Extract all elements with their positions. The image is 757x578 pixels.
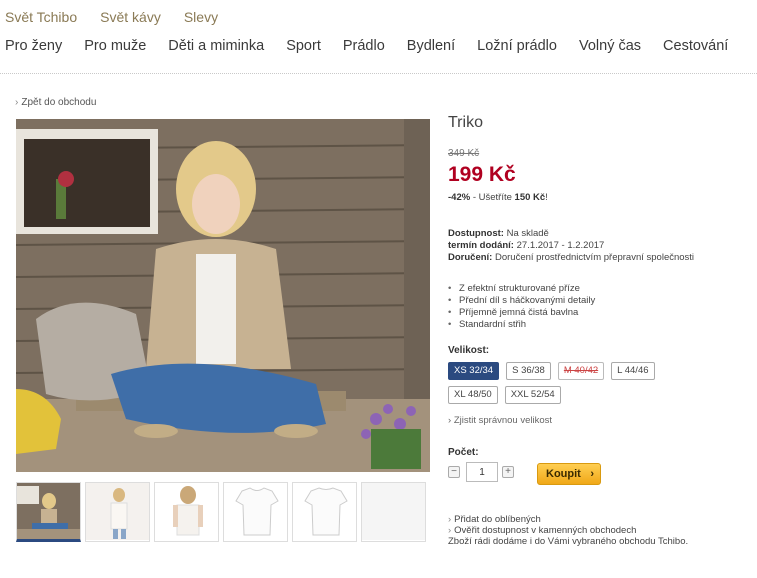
- chevron-right-icon: ›: [448, 514, 452, 525]
- chevron-right-icon: ›: [448, 525, 452, 536]
- quantity-label: Počet:: [448, 447, 479, 458]
- nav-lozni-pradlo[interactable]: Ložní prádlo: [477, 38, 557, 54]
- nav-deti-a-miminka[interactable]: Děti a miminka: [168, 38, 264, 54]
- delivery-value: Doručení prostřednictvím přepravní spole…: [492, 252, 695, 263]
- toplink-svet-tchibo[interactable]: Svět Tchibo: [5, 9, 77, 25]
- thumbnail-2[interactable]: [85, 482, 150, 542]
- old-price: 349 Kč: [448, 148, 480, 159]
- availability-value: Na skladě: [503, 228, 549, 239]
- delivery-date-value: 27.1.2017 - 1.2.2017: [513, 240, 605, 251]
- size-option-xxl[interactable]: XXL 52/54: [504, 386, 561, 404]
- size-options: XS 32/34 S 36/38 M 40/42 L 44/46 XL 48/5…: [448, 362, 688, 404]
- save-amount: 150 Kč: [514, 192, 546, 203]
- size-label: Velikost:: [448, 345, 490, 356]
- top-links: Svět Tchibo Svět kávy Slevy: [5, 9, 218, 25]
- nav-cestovani[interactable]: Cestování: [663, 38, 728, 54]
- feature-item: Přední díl s háčkovanými detaily: [448, 295, 595, 307]
- thumbnail-5[interactable]: [292, 482, 357, 542]
- feature-item: Standardní střih: [448, 319, 595, 331]
- toplink-svet-kavy[interactable]: Svět kávy: [100, 9, 161, 25]
- toplink-slevy[interactable]: Slevy: [184, 9, 218, 25]
- nav-pro-zeny[interactable]: Pro ženy: [5, 38, 62, 54]
- size-option-m-unavailable: M 40/42: [557, 362, 605, 380]
- quantity-input[interactable]: [466, 462, 498, 482]
- thumbnail-6[interactable]: [361, 482, 426, 542]
- store-availability-link[interactable]: › Ověřit dostupnost v kamenných obchodech: [448, 525, 688, 536]
- thumbnail-4[interactable]: [223, 482, 288, 542]
- feature-item: Z efektní strukturované příze: [448, 283, 595, 295]
- back-link-label: Zpět do obchodu: [21, 97, 97, 108]
- delivery-date-label: termín dodání:: [448, 240, 514, 251]
- quantity-decrease-button[interactable]: −: [448, 466, 460, 478]
- product-photo-illustration: [16, 119, 430, 472]
- size-option-xl[interactable]: XL 48/50: [448, 386, 498, 404]
- thumbnail-photo-illustration: [224, 483, 287, 540]
- thumbnail-3[interactable]: [154, 482, 219, 542]
- product-title: Triko: [448, 114, 483, 131]
- store-check-label: Ověřit dostupnost v kamenných obchodech: [454, 525, 637, 536]
- favorites-label: Přidat do oblíbených: [454, 514, 541, 525]
- thumbnail-photo-illustration: [86, 483, 149, 540]
- discount-percent: -42%: [448, 192, 471, 203]
- chevron-right-icon: ›: [15, 97, 19, 108]
- size-option-l[interactable]: L 44/46: [611, 362, 655, 380]
- availability-info: Dostupnost: Na skladě termín dodání: 27.…: [448, 228, 694, 264]
- nav-bydleni[interactable]: Bydlení: [407, 38, 455, 54]
- product-main-image[interactable]: [16, 119, 430, 472]
- back-link[interactable]: › Zpět do obchodu: [15, 97, 96, 108]
- quantity-stepper: − +: [448, 462, 514, 482]
- nav-volny-cas[interactable]: Volný čas: [579, 38, 641, 54]
- chevron-right-icon: ›: [590, 468, 594, 480]
- feature-list: Z efektní strukturované příze Přední díl…: [448, 283, 595, 331]
- add-to-favorites-link[interactable]: › Přidat do oblíbených: [448, 514, 688, 525]
- main-nav: Pro ženy Pro muže Děti a miminka Sport P…: [5, 38, 728, 54]
- thumbnail-1[interactable]: [16, 482, 81, 542]
- nav-pro-muze[interactable]: Pro muže: [84, 38, 146, 54]
- thumbnail-photo-illustration: [362, 483, 425, 540]
- bottom-links: › Přidat do oblíbených › Ověřit dostupnost…: [448, 514, 688, 547]
- thumbnail-photo-illustration: [17, 483, 80, 539]
- discount-line: -42% - Ušetříte 150 Kč!: [448, 192, 548, 203]
- thumbnail-strip: [16, 482, 426, 542]
- thumbnail-photo-illustration: [293, 483, 356, 540]
- nav-sport[interactable]: Sport: [286, 38, 321, 54]
- size-guide-link[interactable]: › Zjistit správnou velikost: [448, 415, 552, 426]
- nav-pradlo[interactable]: Prádlo: [343, 38, 385, 54]
- save-end: !: [545, 192, 548, 203]
- quantity-increase-button[interactable]: +: [502, 466, 514, 478]
- feature-item: Příjemně jemná čistá bavlna: [448, 307, 595, 319]
- nav-divider: [0, 73, 757, 74]
- store-delivery-note: Zboží rádi dodáme i do Vámi vybraného ob…: [448, 536, 689, 547]
- thumbnail-photo-illustration: [155, 483, 218, 540]
- save-text: - Ušetříte: [470, 192, 515, 203]
- current-price: 199 Kč: [448, 163, 516, 186]
- size-guide-label: Zjistit správnou velikost: [453, 415, 553, 426]
- buy-button[interactable]: Koupit ›: [537, 463, 601, 485]
- buy-button-label: Koupit: [546, 468, 581, 480]
- availability-label: Dostupnost:: [448, 228, 504, 239]
- size-option-xs[interactable]: XS 32/34: [448, 362, 500, 380]
- delivery-label: Doručení:: [448, 252, 493, 263]
- size-option-s[interactable]: S 36/38: [506, 362, 551, 380]
